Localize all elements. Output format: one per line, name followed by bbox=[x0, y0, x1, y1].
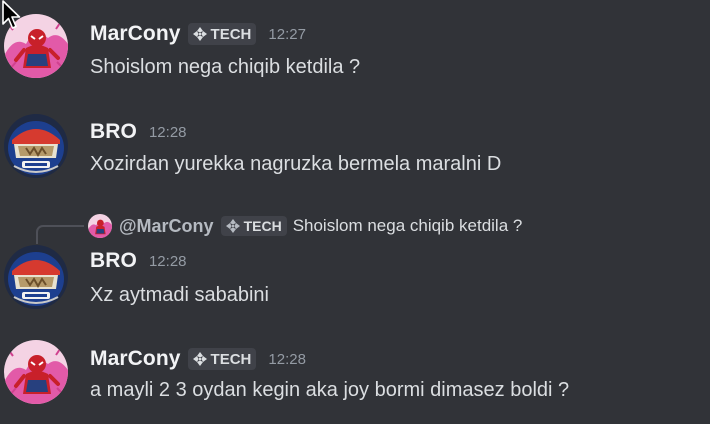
username[interactable]: BRO bbox=[90, 120, 137, 144]
timestamp[interactable]: 12:27 bbox=[268, 26, 306, 43]
reply-server-tag-label: TECH bbox=[243, 218, 282, 234]
server-tag-label: TECH bbox=[210, 25, 252, 43]
server-tag[interactable]: TECH bbox=[187, 348, 257, 370]
user-avatar-bro[interactable] bbox=[4, 114, 68, 178]
reply-reference[interactable]: @MarCony TECH Shoislom nega chiqib ketdi… bbox=[88, 213, 522, 239]
diamond-cross-icon bbox=[192, 352, 207, 366]
spiderman-avatar-image bbox=[88, 214, 112, 238]
spiderman-avatar-image bbox=[4, 340, 68, 404]
message-content: Xz aytmadi sababini bbox=[90, 284, 269, 306]
message-2: BRO 12:28 Xozirdan yurekka nagruzka berm… bbox=[0, 100, 710, 200]
server-tag-label: TECH bbox=[210, 350, 252, 368]
user-avatar-bro[interactable] bbox=[4, 245, 68, 309]
username[interactable]: BRO bbox=[90, 249, 137, 273]
message-content: a mayli 2 3 oydan kegin aka joy bormi di… bbox=[90, 379, 570, 401]
timestamp[interactable]: 12:28 bbox=[149, 124, 187, 141]
reply-server-tag[interactable]: TECH bbox=[220, 216, 287, 236]
nascar-helmet-avatar-image bbox=[4, 245, 68, 309]
timestamp[interactable]: 12:28 bbox=[149, 253, 187, 270]
reply-username[interactable]: @MarCony bbox=[119, 216, 214, 237]
message-content: Shoislom nega chiqib ketdila ? bbox=[90, 56, 361, 78]
diamond-cross-icon bbox=[225, 219, 240, 233]
message-3: @MarCony TECH Shoislom nega chiqib ketdi… bbox=[0, 200, 710, 330]
nascar-helmet-avatar-image bbox=[4, 114, 68, 178]
message-content: Xozirdan yurekka nagruzka bermela maraln… bbox=[90, 153, 502, 175]
message-1: MarCony TECH 12:27 Shoislom nega chiqib … bbox=[0, 0, 710, 100]
message-4: MarCony TECH 12:28 a mayli 2 3 oydan keg… bbox=[0, 330, 710, 424]
username[interactable]: MarCony bbox=[90, 22, 181, 46]
timestamp[interactable]: 12:28 bbox=[268, 351, 306, 368]
reply-preview-text[interactable]: Shoislom nega chiqib ketdila ? bbox=[293, 216, 523, 236]
server-tag[interactable]: TECH bbox=[187, 23, 257, 45]
reply-avatar bbox=[88, 214, 112, 238]
mouse-cursor-icon bbox=[2, 0, 21, 29]
username[interactable]: MarCony bbox=[90, 347, 181, 371]
user-avatar-marcony[interactable] bbox=[4, 340, 68, 404]
diamond-cross-icon bbox=[192, 27, 207, 41]
